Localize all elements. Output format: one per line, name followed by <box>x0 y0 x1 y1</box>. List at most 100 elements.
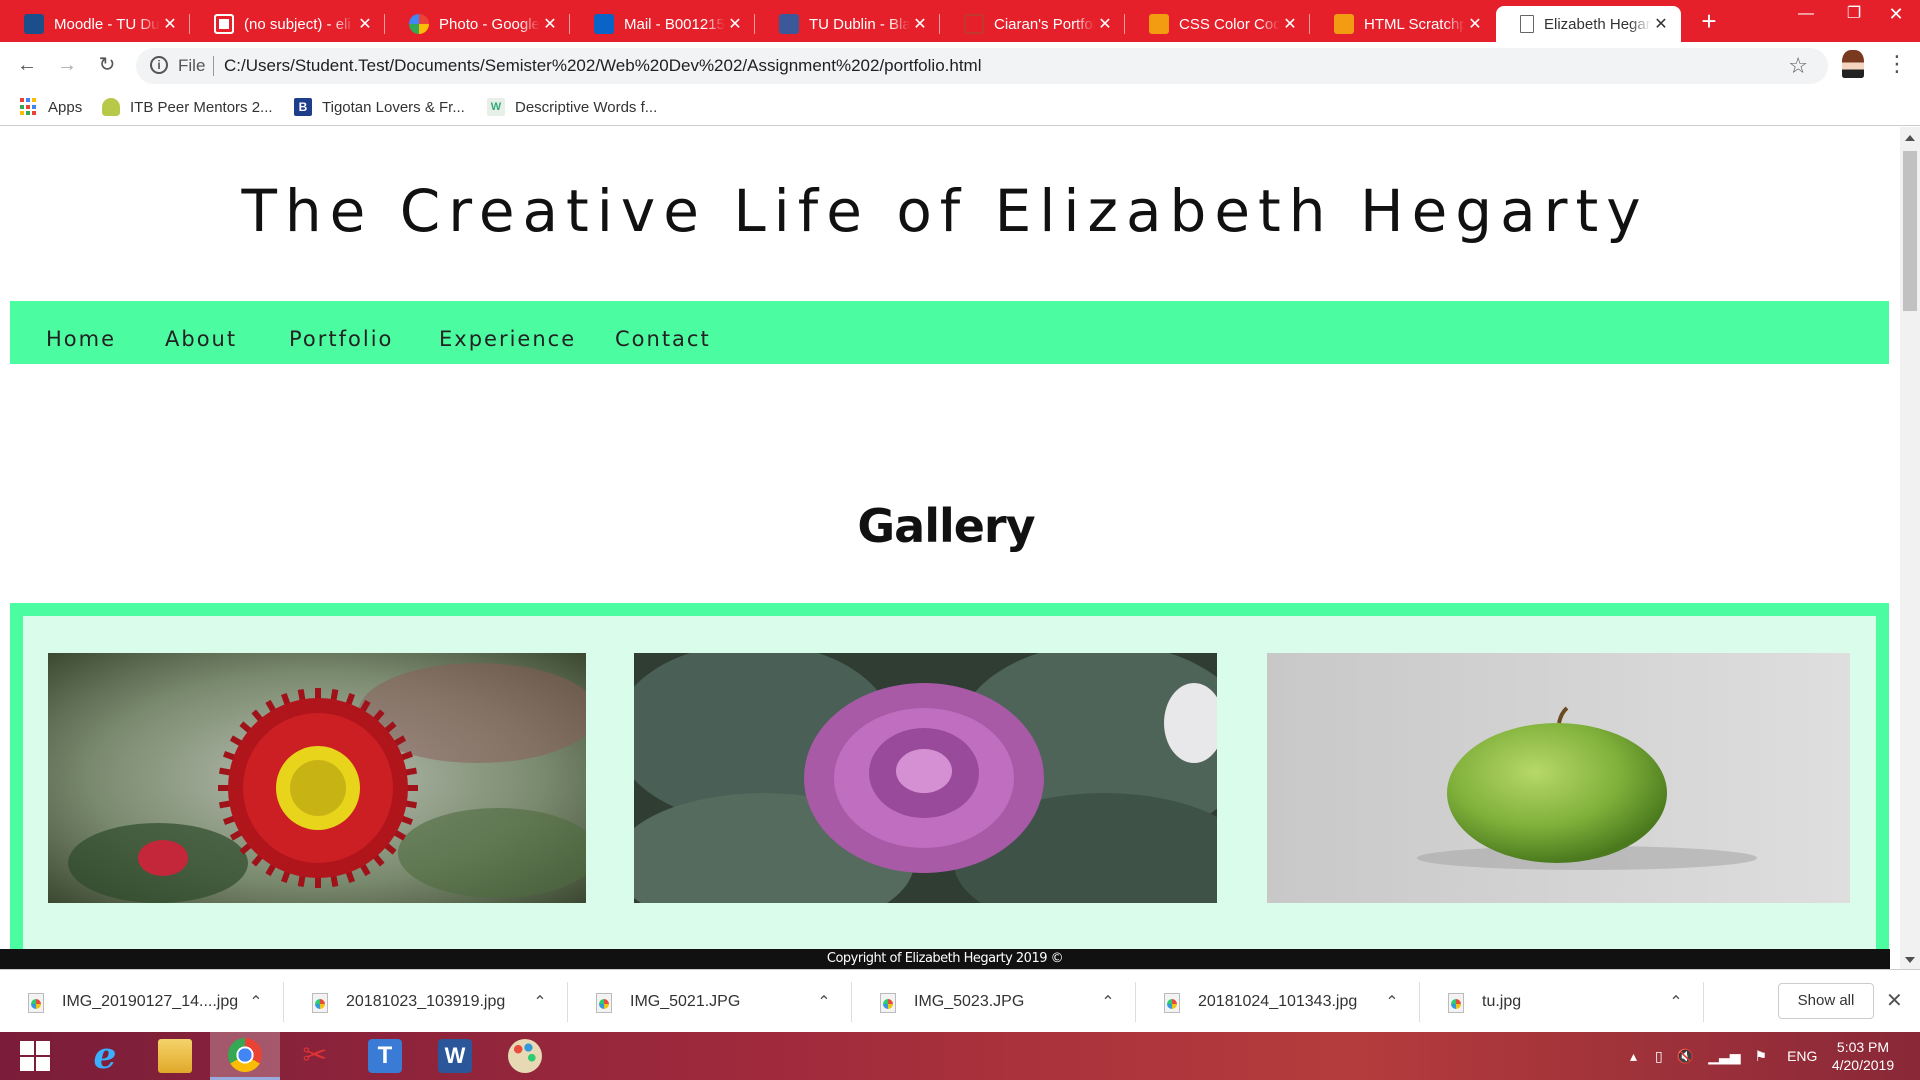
bookmark-star-icon[interactable]: ☆ <box>1788 53 1808 79</box>
download-filename: IMG_20190127_14....jpg <box>62 992 239 1010</box>
download-filename: tu.jpg <box>1482 992 1522 1010</box>
download-filename: 20181023_103919.jpg <box>346 992 506 1010</box>
close-tab-icon[interactable]: ✕ <box>160 14 180 34</box>
download-item[interactable]: 20181024_101343.jpg ⌃ <box>1136 970 1420 1033</box>
chevron-up-icon[interactable]: ⌃ <box>1378 992 1406 1012</box>
page-scrollbar[interactable] <box>1900 127 1920 969</box>
download-item[interactable]: 20181023_103919.jpg ⌃ <box>284 970 568 1033</box>
forward-arrow-icon[interactable]: → <box>52 50 82 80</box>
chrome-icon <box>228 1037 262 1072</box>
red-daisy-photo[interactable] <box>48 653 586 903</box>
chevron-up-icon[interactable]: ⌃ <box>1094 992 1122 1012</box>
show-all-button[interactable]: Show all <box>1778 983 1874 1019</box>
close-download-shelf-icon[interactable]: ✕ <box>1886 988 1903 1013</box>
close-window-icon[interactable]: ✕ <box>1872 0 1920 30</box>
show-hidden-icons-icon[interactable]: ▴ <box>1630 1048 1637 1065</box>
minimize-window-icon[interactable]: — <box>1782 0 1830 30</box>
restore-window-icon[interactable]: ❐ <box>1830 0 1878 30</box>
tab-outlook-mail[interactable]: Mail - B00121523 ✕ <box>570 6 755 42</box>
taskbar-paint[interactable] <box>490 1032 560 1080</box>
tab-gmail[interactable]: (no subject) - eli ✕ <box>190 6 385 42</box>
reload-icon[interactable]: ↻ <box>92 50 122 80</box>
taskbar-snipping-tool[interactable]: ✂ <box>280 1032 350 1080</box>
tablet-icon[interactable]: ▯ <box>1655 1048 1663 1065</box>
close-tab-icon[interactable]: ✕ <box>1095 14 1115 34</box>
download-filename: IMG_5023.JPG <box>914 992 1025 1010</box>
taskbar-word[interactable]: W <box>420 1032 490 1080</box>
nav-home[interactable]: Home <box>46 327 116 351</box>
close-tab-icon[interactable]: ✕ <box>910 14 930 34</box>
tab-title: HTML Scratchpad <box>1364 15 1465 33</box>
folder-icon <box>158 1039 192 1073</box>
document-favicon-icon <box>964 14 984 34</box>
download-item[interactable]: IMG_5023.JPG ⌃ <box>852 970 1136 1033</box>
download-item[interactable]: tu.jpg ⌃ <box>1420 970 1704 1033</box>
address-bar[interactable]: i File C:/Users/Student.Test/Documents/S… <box>136 48 1828 84</box>
bookmarks-bar: Apps ITB Peer Mentors 2... B Tigotan Lov… <box>0 88 1920 126</box>
language-indicator[interactable]: ENG <box>1787 1048 1817 1064</box>
nav-about[interactable]: About <box>165 327 237 351</box>
gmail-favicon-icon <box>214 14 234 34</box>
scrollbar-thumb[interactable] <box>1903 151 1917 311</box>
close-tab-icon[interactable]: ✕ <box>725 14 745 34</box>
download-item[interactable]: IMG_5021.JPG ⌃ <box>568 970 852 1033</box>
green-apple-photo[interactable] <box>1267 653 1850 903</box>
taskbar-internet-explorer[interactable]: e <box>70 1032 140 1080</box>
page-favicon-icon <box>1520 15 1534 33</box>
download-item[interactable]: IMG_20190127_14....jpg ⌃ <box>0 970 284 1033</box>
bookmark-itb-peer-mentors[interactable]: ITB Peer Mentors 2... <box>102 96 273 118</box>
info-icon[interactable]: i <box>150 56 168 74</box>
nav-portfolio[interactable]: Portfolio <box>289 327 393 351</box>
tab-title: (no subject) - eli <box>244 15 351 33</box>
tab-css-color-codes[interactable]: CSS Color Codes ✕ <box>1125 6 1310 42</box>
close-tab-icon[interactable]: ✕ <box>1651 14 1671 34</box>
tab-facebook[interactable]: TU Dublin - Blanchardstown ✕ <box>755 6 940 42</box>
volume-icon[interactable]: 🔇 <box>1677 1048 1694 1065</box>
tab-html-scratchpad[interactable]: HTML Scratchpad ✕ <box>1310 6 1495 42</box>
bookmark-tigotan-lovers[interactable]: B Tigotan Lovers & Fr... <box>294 96 465 118</box>
close-tab-icon[interactable]: ✕ <box>1280 14 1300 34</box>
profile-avatar-icon[interactable] <box>1842 50 1864 78</box>
b-logo-icon: B <box>294 98 312 116</box>
tab-title: Elizabeth Hegarty <box>1544 15 1651 33</box>
footer: Copyright of Elizabeth Hegarty 2019 © <box>0 949 1890 969</box>
start-button[interactable] <box>0 1032 70 1080</box>
site-title: The Creative Life of Elizabeth Hegarty <box>241 177 1649 245</box>
new-tab-button[interactable]: + <box>1694 6 1724 36</box>
chrome-menu-icon[interactable]: ⋮ <box>1886 50 1908 78</box>
tab-elizabeth-hegarty[interactable]: Elizabeth Hegarty ✕ <box>1496 6 1681 42</box>
nav-contact[interactable]: Contact <box>615 327 711 351</box>
tab-moodle[interactable]: Moodle - TU Dublin ✕ <box>0 6 190 42</box>
word-icon: W <box>438 1039 472 1073</box>
taskbar-file-explorer[interactable] <box>140 1032 210 1080</box>
nav-experience[interactable]: Experience <box>439 327 576 351</box>
bookmark-apps[interactable]: Apps <box>20 96 82 118</box>
internet-explorer-icon: e <box>93 1035 117 1077</box>
image-file-icon <box>878 992 898 1013</box>
taskbar-text-editor[interactable]: T <box>350 1032 420 1080</box>
chevron-up-icon[interactable]: ⌃ <box>242 992 270 1012</box>
tab-ciarans-portfolio[interactable]: Ciaran's Portfolio ✕ <box>940 6 1125 42</box>
bookmark-label: Descriptive Words f... <box>515 98 658 116</box>
taskbar-chrome[interactable] <box>210 1032 280 1080</box>
paint-palette-icon <box>508 1039 542 1073</box>
tab-strip: Moodle - TU Dublin ✕ (no subject) - eli … <box>0 0 1920 42</box>
tab-title: CSS Color Codes <box>1179 15 1280 33</box>
scroll-down-icon[interactable] <box>1905 957 1915 963</box>
bookmark-descriptive-words[interactable]: W Descriptive Words f... <box>487 96 657 118</box>
close-tab-icon[interactable]: ✕ <box>1465 14 1485 34</box>
close-tab-icon[interactable]: ✕ <box>355 14 375 34</box>
scroll-up-icon[interactable] <box>1905 135 1915 141</box>
tab-title: Photo - Google Photos <box>439 15 540 33</box>
wifi-icon[interactable]: ▁▃▅ <box>1708 1048 1740 1065</box>
chevron-up-icon[interactable]: ⌃ <box>526 992 554 1012</box>
tab-google-photos[interactable]: Photo - Google Photos ✕ <box>385 6 570 42</box>
close-tab-icon[interactable]: ✕ <box>540 14 560 34</box>
chevron-up-icon[interactable]: ⌃ <box>810 992 838 1012</box>
notification-flag-icon[interactable]: ⚑ <box>1755 1048 1768 1065</box>
ornamental-cabbage-photo[interactable] <box>634 653 1217 903</box>
chevron-up-icon[interactable]: ⌃ <box>1662 992 1690 1012</box>
clock[interactable]: 5:03 PM 4/20/2019 <box>1818 1038 1908 1074</box>
back-arrow-icon[interactable]: ← <box>12 50 42 80</box>
url-text[interactable]: C:/Users/Student.Test/Documents/Semister… <box>224 56 982 76</box>
